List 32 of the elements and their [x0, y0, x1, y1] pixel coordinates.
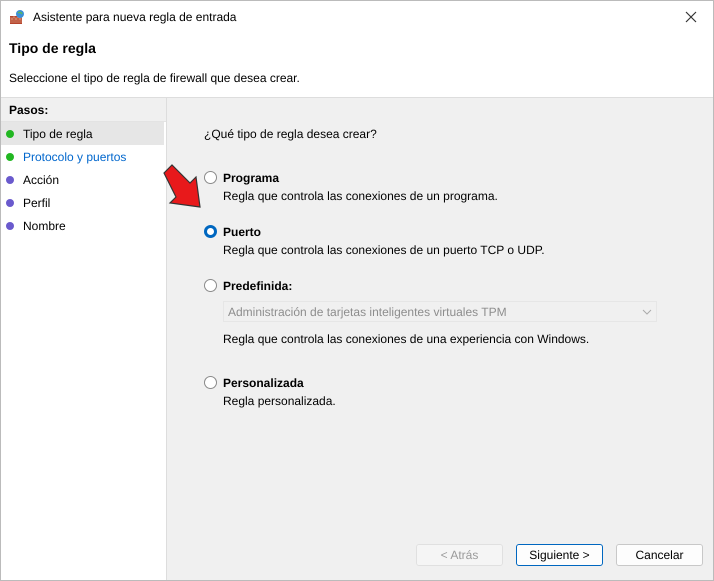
step-label: Tipo de regla — [23, 126, 93, 142]
radio-button[interactable] — [204, 225, 217, 238]
step-item[interactable]: Nombre — [1, 214, 164, 237]
step-item[interactable]: Tipo de regla — [1, 122, 164, 145]
option-label: Programa — [223, 170, 280, 187]
step-label: Acción — [23, 172, 60, 188]
window-title: Asistente para nueva regla de entrada — [33, 8, 236, 26]
close-icon[interactable] — [685, 10, 697, 22]
option-description: Regla que controla las conexiones de una experiencia con Windows. — [223, 331, 590, 348]
option-description: Regla personalizada. — [223, 393, 337, 410]
step-item[interactable]: Protocolo y puertos — [1, 145, 164, 168]
option-label: Personalizada — [223, 375, 305, 392]
chevron-down-icon — [642, 308, 652, 314]
dialog-button[interactable]: Siguiente > — [516, 544, 603, 566]
radio-button[interactable] — [204, 279, 217, 292]
firewall-icon — [9, 8, 25, 24]
option-label: Puerto — [223, 224, 262, 241]
step-label: Protocolo y puertos — [23, 148, 126, 166]
step-item[interactable]: Acción — [1, 168, 164, 191]
radio-button[interactable] — [204, 376, 217, 389]
dialog-button[interactable]: Cancelar — [616, 544, 703, 566]
option-label: Predefinida: — [223, 278, 294, 295]
page-subtitle: Seleccione el tipo de regla de firewall que desea crear. — [9, 70, 301, 87]
step-label: Nombre — [23, 218, 66, 234]
steps-title: Pasos: — [9, 102, 48, 118]
step-item[interactable]: Perfil — [1, 191, 164, 214]
step-label: Perfil — [23, 194, 50, 212]
option-description: Regla que controla las conexiones de un programa. — [223, 188, 499, 205]
question-text: ¿Qué tipo de regla desea crear? — [204, 126, 378, 143]
page-title: Tipo de regla — [9, 39, 97, 58]
option-description: Regla que controla las conexiones de un puerto TCP o UDP. — [223, 242, 546, 259]
radio-button[interactable] — [204, 171, 217, 184]
